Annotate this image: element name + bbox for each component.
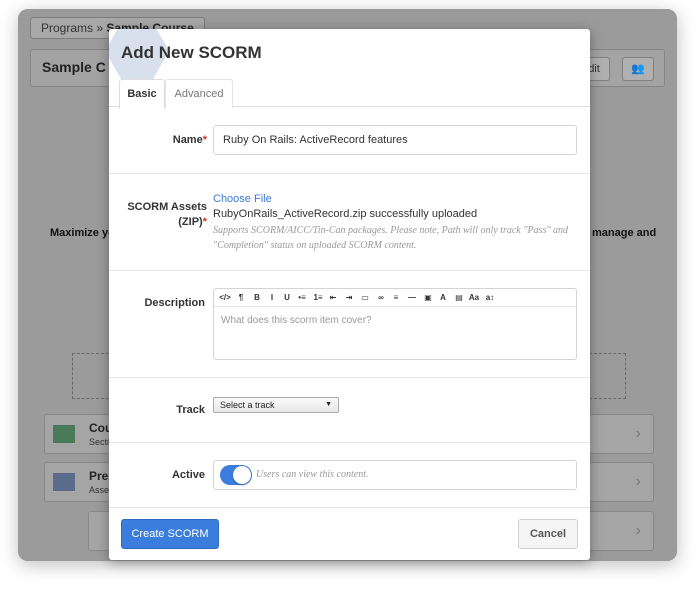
italic-icon[interactable]: I [266,291,278,305]
active-label: Active [171,469,205,481]
tab-basic[interactable]: Basic [119,79,165,109]
scorm-assets-label-line1: SCORM Assets [127,201,207,213]
image-icon[interactable]: ▣ [422,291,434,305]
line-height-icon[interactable]: a↕ [484,291,496,305]
font-color-icon[interactable]: A [437,291,449,305]
name-label-text: Name [172,134,203,146]
background-row-subtitle: Secti [89,437,110,447]
track-select[interactable]: Select a track ▼ [213,397,339,413]
outdent-icon[interactable]: ⇤ [327,291,339,305]
background-color-icon[interactable]: ▤ [453,291,465,305]
scorm-assets-label: SCORM Assets (ZIP)* [109,200,207,230]
edit-icon [53,473,75,491]
users-icon: 👥 [631,63,645,75]
active-toggle-box: Users can view this content. [213,460,577,490]
track-select-value: Select a track [220,400,275,410]
name-section: Name* Ruby On Rails: ActiveRecord featur… [109,108,590,174]
scorm-assets-label-line2: (ZIP) [178,216,203,228]
breadcrumb-root[interactable]: Programs [41,21,93,35]
background-course-title: Sample C [42,59,106,75]
indent-icon[interactable]: ⇥ [343,291,355,305]
description-label: Description [144,297,205,309]
active-toggle[interactable] [220,465,252,485]
dropdown-arrow-icon: ▼ [325,401,332,408]
font-size-icon[interactable]: Aa [468,291,480,305]
scorm-assets-section: SCORM Assets (ZIP)* Choose File RubyOnRa… [109,174,590,271]
track-section: Track Select a track ▼ [109,378,590,443]
background-text-right: manage and [592,227,657,239]
code-icon[interactable]: </> [219,291,231,305]
description-placeholder: What does this scorm item cover? [221,315,372,326]
breadcrumb-separator: » [96,21,104,35]
chevron-right-icon: › [635,425,641,442]
active-section: Active Users can view this content. [109,443,590,508]
bullet-list-icon[interactable]: •≡ [296,291,308,305]
description-section: Description </> ¶ B I U •≡ 1≡ ⇤ ⇥ ▭ ∞ ≡ — ▣ A ▤ Aa a↕ Wha… [109,271,590,378]
numbered-list-icon[interactable]: 1≡ [312,291,324,305]
link-icon[interactable]: ∞ [375,291,387,305]
underline-icon[interactable]: U [281,291,293,305]
background-text-left: Maximize yo [50,227,115,239]
choose-file-button[interactable]: Choose File [213,193,272,205]
align-icon[interactable]: ≡ [390,291,402,305]
horizontal-rule-icon[interactable]: — [406,291,418,305]
required-mark: * [202,216,207,228]
box-icon[interactable]: ▭ [359,291,371,305]
chevron-right-icon: › [635,473,641,490]
name-label: Name* [109,134,207,146]
toggle-knob [233,466,251,484]
add-scorm-modal: Add New SCORM Basic Advanced Name* Ruby … [109,29,590,560]
paragraph-icon[interactable]: ¶ [235,291,247,305]
track-label: Track [176,404,205,416]
background-users-button: 👥 [622,57,654,81]
bold-icon[interactable]: B [251,291,263,305]
grid-icon [53,425,75,443]
editor-toolbar: </> ¶ B I U •≡ 1≡ ⇤ ⇥ ▭ ∞ ≡ — ▣ A ▤ Aa a↕ [214,289,576,307]
name-input[interactable]: Ruby On Rails: ActiveRecord features [213,125,577,155]
tab-advanced[interactable]: Advanced [165,79,233,108]
background-row-subtitle: Asse [89,485,110,495]
cancel-button[interactable]: Cancel [518,519,578,549]
background-row-title: Pre [89,469,109,483]
create-scorm-button[interactable]: Create SCORM [121,519,219,549]
upload-status-text: RubyOnRails_ActiveRecord.zip successfull… [213,208,478,220]
required-mark: * [202,134,207,146]
modal-tabs: Basic Advanced [109,77,590,109]
modal-title: Add New SCORM [121,43,262,62]
active-hint: Users can view this content. [256,469,369,480]
scorm-help-text: Supports SCORM/AICC/Tin-Can packages. Pl… [213,225,569,251]
description-editor[interactable]: </> ¶ B I U •≡ 1≡ ⇤ ⇥ ▭ ∞ ≡ — ▣ A ▤ Aa a↕ What does this … [213,288,577,360]
chevron-right-icon: › [635,522,641,539]
